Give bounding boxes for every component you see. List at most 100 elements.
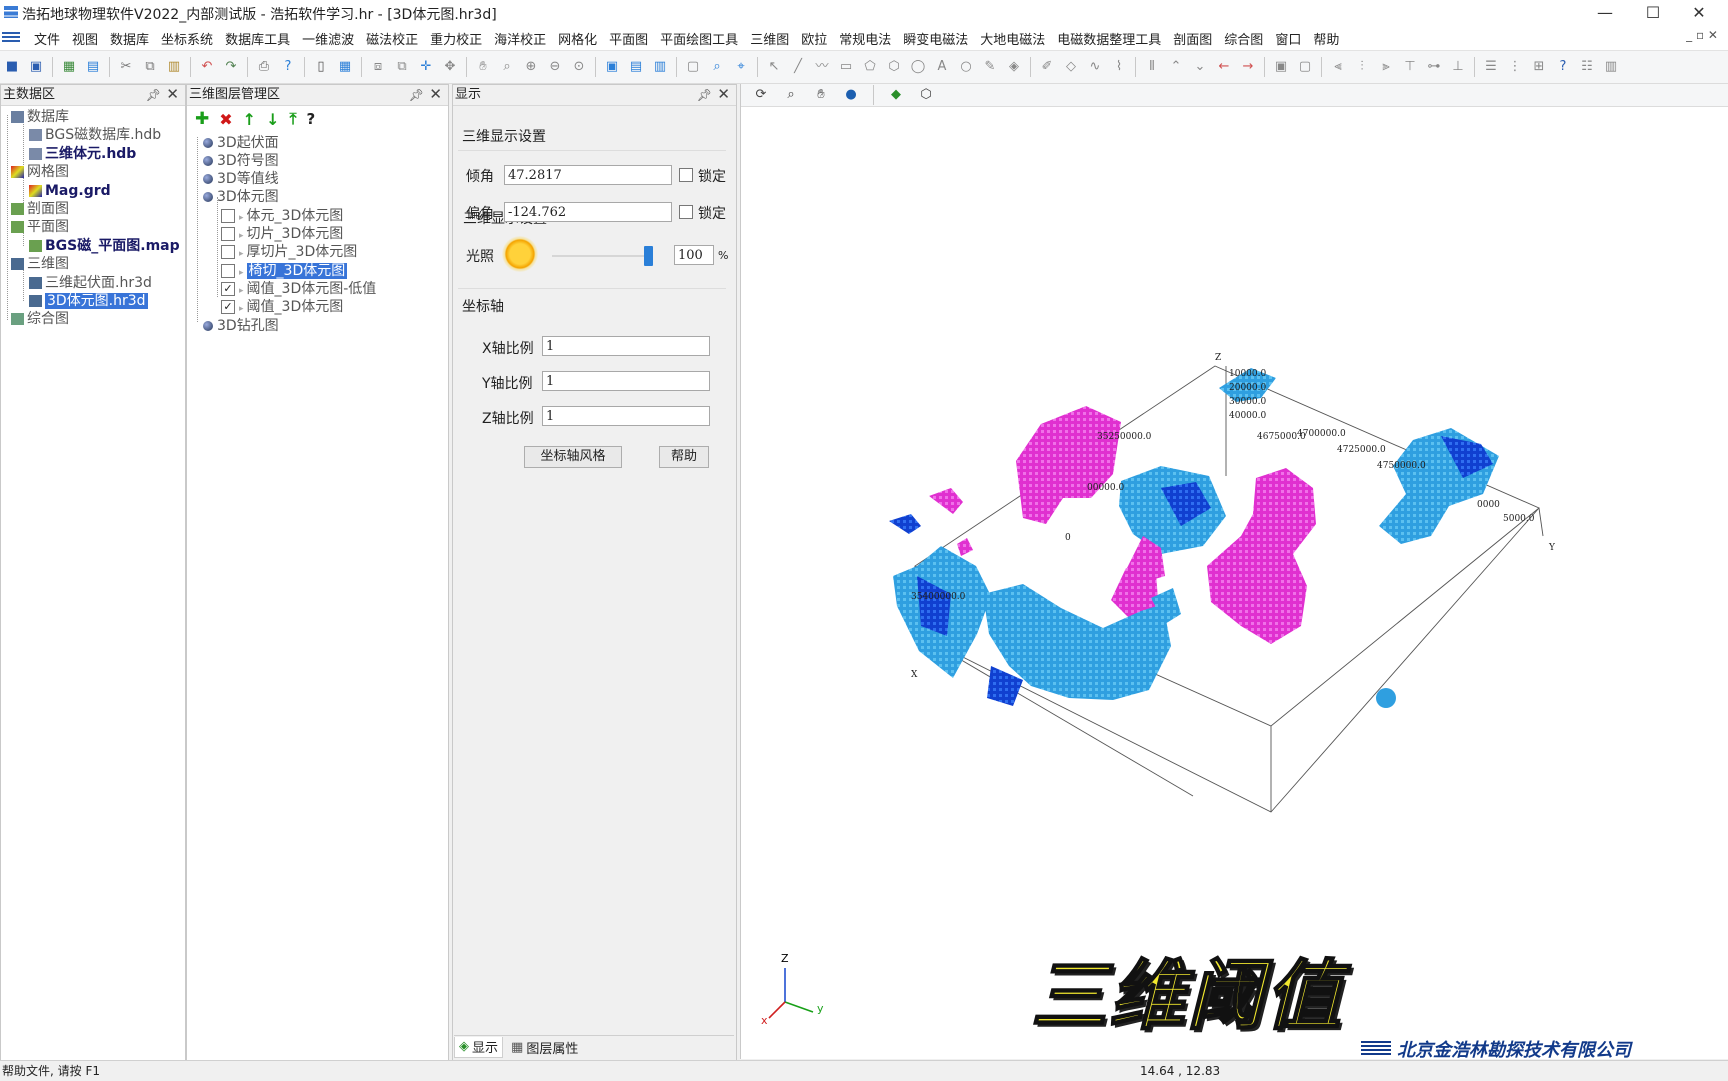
zoom-extent-icon[interactable]: ⊙ (570, 58, 588, 76)
layer-tree-item[interactable]: ✓ ▸ 阈值_3D体元图-低值 (221, 279, 376, 299)
close-button[interactable]: ✕ (1676, 0, 1722, 26)
help-icon[interactable]: ? (307, 110, 316, 128)
save-as-icon[interactable]: ▣ (27, 58, 45, 76)
view3d-canvas[interactable]: Z 10000.0 20000.0 30000.0 40000.0 467500… (741, 106, 1728, 1058)
layer-tree-item[interactable]: ▸ 切片_3D体元图 (221, 224, 343, 244)
data-tree-item[interactable]: 剖面图 (11, 199, 69, 219)
node-icon[interactable]: ◇ (1062, 58, 1080, 76)
layer-tree-item[interactable]: ▸ 椅切_3D体元图 (221, 261, 348, 281)
pin-icon[interactable]: 📌︎ (146, 85, 161, 105)
menu-item[interactable]: 大地电磁法 (974, 29, 1051, 48)
menu-item[interactable]: 平面绘图工具 (654, 29, 744, 48)
layers-icon[interactable]: ◆ (887, 86, 905, 104)
layer-blue-icon[interactable]: ▣ (603, 58, 621, 76)
text-icon[interactable]: A (933, 58, 951, 76)
menu-item[interactable]: 视图 (66, 29, 104, 48)
print-icon[interactable]: ⎙ (255, 58, 273, 76)
menu-item[interactable]: 剖面图 (1167, 29, 1218, 48)
layer-visibility-checkbox[interactable] (221, 245, 235, 259)
menu-item[interactable]: 综合图 (1218, 29, 1269, 48)
layer-tree-item[interactable]: ✓ ▸ 阈值_3D体元图 (221, 297, 343, 317)
data-tree-item[interactable]: 数据库 (11, 107, 69, 127)
cut-icon[interactable]: ✂ (117, 58, 135, 76)
pan-hand-icon[interactable]: ✋︎ (812, 86, 830, 104)
menu-item[interactable]: 常规电法 (833, 29, 897, 48)
arrow-left-icon[interactable]: ← (1215, 58, 1233, 76)
rotate-view-icon[interactable]: ⟳ (752, 86, 770, 104)
globe-icon[interactable]: ● (842, 86, 860, 104)
zoom-out-icon[interactable]: ⊖ (546, 58, 564, 76)
align-right-icon[interactable]: ⫸ (1377, 58, 1395, 76)
menu-item[interactable]: 网格化 (552, 29, 603, 48)
data-tree-item[interactable]: 平面图 (11, 217, 69, 237)
up-icon[interactable]: ⌃ (1167, 58, 1185, 76)
layer-icon2[interactable]: ▤ (627, 58, 645, 76)
zoom-in-icon[interactable]: ⊕ (522, 58, 540, 76)
layer-visibility-checkbox[interactable] (221, 264, 235, 278)
close-icon[interactable]: ✕ (429, 84, 442, 104)
layer-visibility-checkbox[interactable]: ✓ (221, 300, 235, 314)
polygon-icon[interactable]: ⬠ (861, 58, 879, 76)
grid-icon[interactable]: ⊞ (1530, 58, 1548, 76)
menu-item[interactable]: 文件 (28, 29, 66, 48)
smooth-icon[interactable]: ⌇ (1110, 58, 1128, 76)
layer-tree-item[interactable]: 3D等值线 (203, 169, 279, 189)
close-icon[interactable]: ✕ (717, 84, 730, 104)
spacing-icon[interactable]: ⋮ (1506, 58, 1524, 76)
pen-icon[interactable]: ✎ (981, 58, 999, 76)
axis-style-button[interactable]: 坐标轴风格 (524, 446, 622, 468)
data-tree-item[interactable]: 三维图 (11, 254, 69, 274)
light-value-input[interactable]: 100 (674, 245, 714, 265)
circle-icon[interactable]: ◯ (909, 58, 927, 76)
menu-item[interactable]: 平面图 (603, 29, 654, 48)
window-icon[interactable]: ⧈ (369, 58, 387, 76)
move-top-icon[interactable]: ⤒ (289, 109, 296, 129)
document-menu-icon[interactable] (2, 32, 20, 44)
z-scale-input[interactable]: 1 (542, 406, 710, 426)
polyline-icon[interactable]: 〰 (813, 58, 831, 76)
grid-view-icon[interactable]: ▦ (336, 58, 354, 76)
delete-layer-icon[interactable]: ✖ (219, 110, 232, 129)
layer-tree-item[interactable]: 3D钻孔图 (203, 316, 279, 336)
pin-icon[interactable]: 📌︎ (697, 85, 712, 105)
tilt-input[interactable]: 47.2817 (504, 165, 672, 185)
azimuth-lock-checkbox[interactable] (679, 205, 693, 219)
properties-icon[interactable]: ☷ (1578, 58, 1596, 76)
tilt-lock-checkbox[interactable] (679, 168, 693, 182)
menu-item[interactable]: 三维图 (744, 29, 795, 48)
move-down-icon[interactable]: ↓ (266, 110, 279, 129)
hand-icon[interactable]: ✋︎ (474, 58, 492, 76)
frame-icon[interactable]: ▢ (684, 58, 702, 76)
map-zoom-icon[interactable]: ⌕ (708, 58, 726, 76)
move-up-icon[interactable]: ↑ (243, 110, 256, 129)
tab-display[interactable]: ◈ 显示 (454, 1036, 504, 1058)
align-left-icon[interactable]: ⫷ (1329, 58, 1347, 76)
menu-item[interactable]: 数据库工具 (219, 29, 296, 48)
undo-icon[interactable]: ↶ (198, 58, 216, 76)
data-tree-item[interactable]: 网格图 (11, 162, 69, 182)
paste-icon[interactable]: ▥ (165, 58, 183, 76)
light-slider-track[interactable] (552, 255, 652, 257)
redo-icon[interactable]: ↷ (222, 58, 240, 76)
data-tree-item[interactable]: 三维起伏面.hr3d (29, 273, 152, 293)
info-icon[interactable]: ? (1554, 58, 1572, 76)
align-bottom-icon[interactable]: ⊥ (1449, 58, 1467, 76)
menu-item[interactable]: 数据库 (104, 29, 155, 48)
zoom-view-icon[interactable]: ⌕ (782, 86, 800, 104)
down-icon[interactable]: ⌄ (1191, 58, 1209, 76)
save-icon[interactable]: ■ (3, 58, 21, 76)
hexagon-icon[interactable]: ⬡ (885, 58, 903, 76)
help-button[interactable]: 帮助 (659, 446, 709, 468)
minimize-button[interactable]: — (1582, 0, 1628, 26)
menu-item[interactable]: 瞬变电磁法 (897, 29, 974, 48)
menu-item[interactable]: 磁法校正 (360, 29, 424, 48)
layer-tree-item[interactable]: 3D起伏面 (203, 133, 279, 153)
data-tree-item[interactable]: BGS磁_平面图.map (29, 236, 180, 256)
map-pan-icon[interactable]: ⌖ (732, 58, 750, 76)
zoom-icon[interactable]: ⌕ (498, 58, 516, 76)
menu-item[interactable]: 窗口 (1269, 29, 1307, 48)
layer-tree-item[interactable]: 3D符号图 (203, 151, 279, 171)
menu-item[interactable]: 一维滤波 (296, 29, 360, 48)
data-tree-item[interactable]: BGS磁数据库.hdb (29, 125, 161, 145)
menu-item[interactable]: 帮助 (1307, 29, 1345, 48)
